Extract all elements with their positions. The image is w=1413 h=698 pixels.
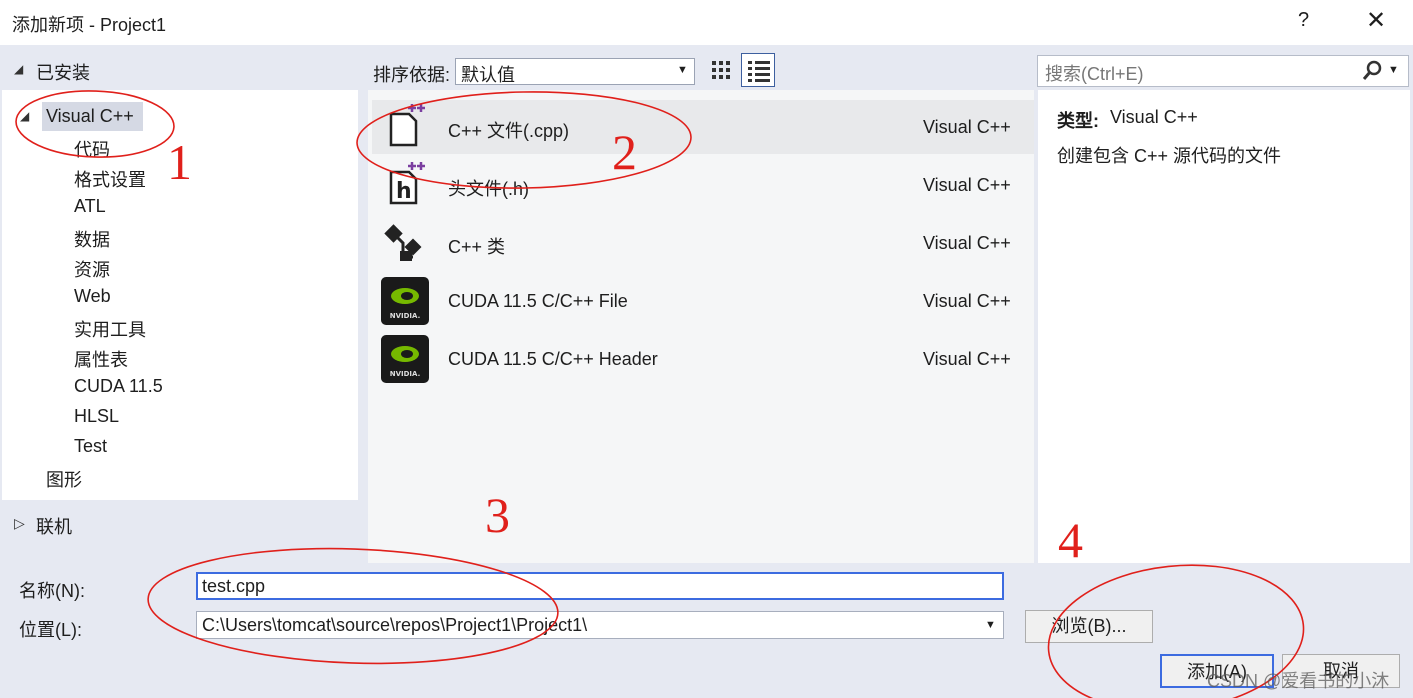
template-lang: Visual C++ xyxy=(923,233,1011,253)
tree-item[interactable]: 实用工具 xyxy=(74,316,146,342)
grid-view-icon xyxy=(712,61,730,79)
tree-item[interactable]: 资源 xyxy=(74,256,110,282)
online-node[interactable]: 联机 xyxy=(36,513,72,539)
template-label: CUDA 11.5 C/C++ Header xyxy=(448,349,658,369)
search-placeholder: 搜索(Ctrl+E) xyxy=(1045,64,1144,84)
template-lang: Visual C++ xyxy=(923,175,1011,195)
watermark: CSDN @爱看书的小沐 xyxy=(1207,671,1390,691)
expand-arrow-icon[interactable]: ▷ xyxy=(14,515,25,532)
template-label: C++ 文件(.cpp) xyxy=(448,121,570,141)
search-icon[interactable] xyxy=(1362,60,1384,82)
location-value: C:\Users\tomcat\source\repos\Project1\Pr… xyxy=(202,615,588,635)
list-view-button[interactable] xyxy=(741,53,775,87)
chevron-down-icon: ▼ xyxy=(677,64,688,76)
template-label: CUDA 11.5 C/C++ File xyxy=(448,291,628,311)
annotation-number: 2 xyxy=(612,124,637,180)
template-lang: Visual C++ xyxy=(923,291,1011,311)
svg-text:NVIDIA.: NVIDIA. xyxy=(390,312,421,320)
window-title: 添加新项 - Project1 xyxy=(12,15,167,35)
sort-select[interactable]: 默认值 ▼ xyxy=(455,58,695,85)
search-input[interactable]: 搜索(Ctrl+E) ▼ xyxy=(1037,55,1409,87)
tree-item-graphics[interactable]: 图形 xyxy=(46,466,82,492)
annotation-number: 3 xyxy=(485,487,510,543)
sort-value: 默认值 xyxy=(461,65,515,85)
annotation-number: 1 xyxy=(167,134,192,190)
tree-item[interactable]: 数据 xyxy=(74,226,110,252)
nvidia-icon: NVIDIA. xyxy=(381,335,429,383)
browse-button[interactable]: 浏览(B)... xyxy=(1025,610,1153,643)
name-label: 名称(N): xyxy=(19,581,85,601)
name-value: test.cpp xyxy=(202,576,266,596)
location-combo[interactable]: C:\Users\tomcat\source\repos\Project1\Pr… xyxy=(196,611,1004,639)
tree-item[interactable]: Web xyxy=(74,286,111,307)
nvidia-icon: NVIDIA. xyxy=(381,277,429,325)
cpp-file-icon xyxy=(389,104,425,147)
chevron-down-icon[interactable]: ▼ xyxy=(985,619,996,631)
svg-text:h: h xyxy=(396,179,412,204)
tree-item[interactable]: 格式设置 xyxy=(74,166,146,192)
cpp-class-icon xyxy=(384,224,422,261)
expand-triangle-icon[interactable]: ◢ xyxy=(20,109,29,123)
tree-item-visual-cpp[interactable]: Visual C++ xyxy=(46,106,134,127)
annotation-number: 4 xyxy=(1058,512,1083,568)
list-view-icon xyxy=(748,61,770,82)
sort-label: 排序依据: xyxy=(373,65,451,85)
small-icons-view-button[interactable] xyxy=(706,55,736,85)
close-button[interactable]: ✕ xyxy=(1366,6,1386,35)
description: 创建包含 C++ 源代码的文件 xyxy=(1057,146,1282,166)
title-bar xyxy=(0,0,1413,45)
search-options-icon[interactable]: ▼ xyxy=(1388,64,1399,76)
type-label: 类型: xyxy=(1057,111,1099,131)
tree-item[interactable]: HLSL xyxy=(74,406,119,427)
installed-node[interactable]: 已安装 xyxy=(36,59,90,85)
tree-item[interactable]: Test xyxy=(74,436,107,457)
header-file-icon: h xyxy=(389,162,425,205)
template-lang: Visual C++ xyxy=(923,117,1011,137)
help-button[interactable]: ? xyxy=(1298,9,1309,32)
location-label: 位置(L): xyxy=(19,620,82,640)
tree-item[interactable]: 代码 xyxy=(74,136,110,162)
name-field[interactable]: test.cpp xyxy=(196,572,1004,600)
tree-item[interactable]: ATL xyxy=(74,196,106,217)
svg-text:NVIDIA.: NVIDIA. xyxy=(390,370,421,378)
collapse-triangle-icon[interactable]: ◢ xyxy=(14,62,23,76)
template-lang: Visual C++ xyxy=(923,349,1011,369)
template-label: C++ 类 xyxy=(448,237,506,257)
tree-item[interactable]: CUDA 11.5 xyxy=(74,376,163,397)
template-label: 头文件(.h) xyxy=(448,179,529,199)
tree-item[interactable]: 属性表 xyxy=(74,346,128,372)
type-value: Visual C++ xyxy=(1110,107,1198,127)
